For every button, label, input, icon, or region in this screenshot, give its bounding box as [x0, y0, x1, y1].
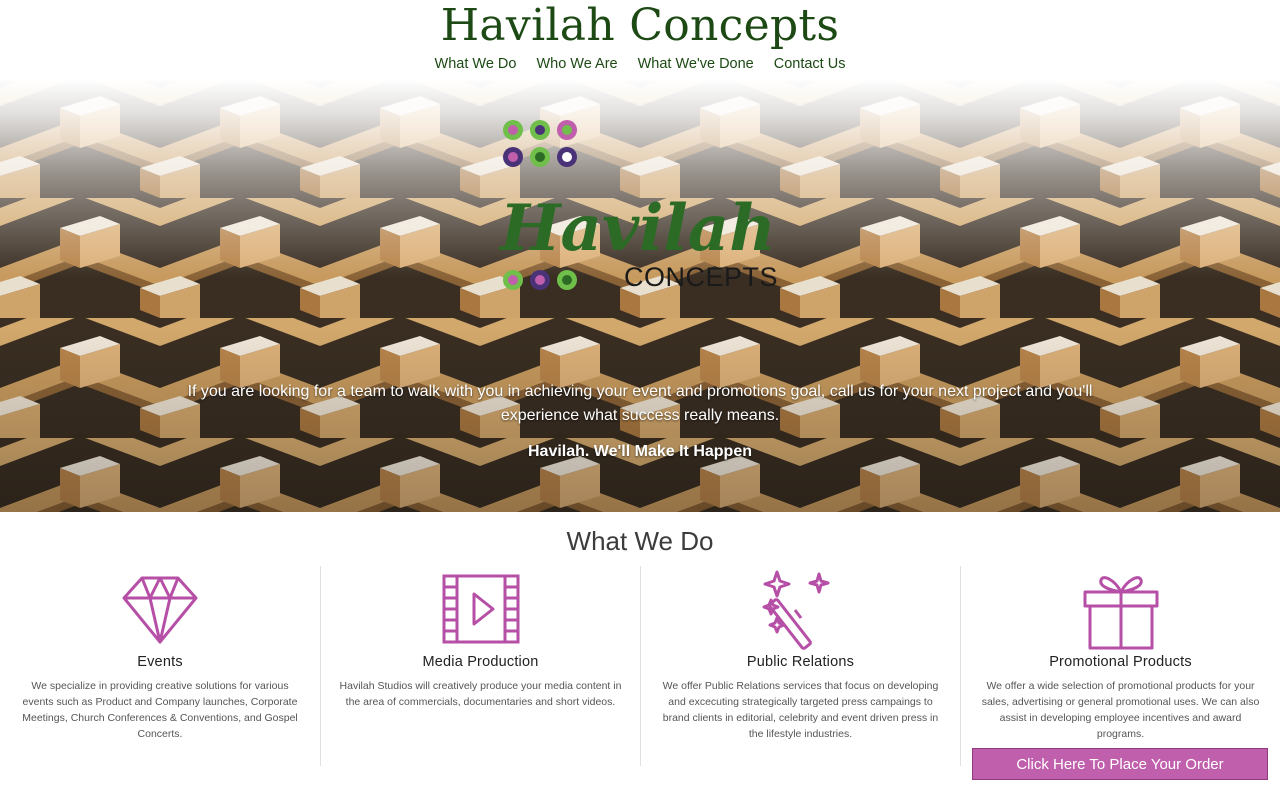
service-title: Media Production — [422, 654, 539, 670]
nav-what-we-do[interactable]: What We Do — [435, 56, 517, 72]
service-description: We offer Public Relations services that … — [662, 680, 939, 740]
hero-tagline: Havilah. We'll Make It Happen — [527, 443, 752, 460]
service-title: Promotional Products — [1049, 654, 1192, 670]
magic-wand-icon — [762, 570, 829, 650]
service-public-relations: Public Relations We offer Public Relatio… — [640, 566, 960, 766]
service-promotional-products: Promotional Products We offer a wide sel… — [960, 566, 1280, 766]
section-title-what-we-do: What We Do — [566, 526, 714, 556]
havilah-logo[interactable]: Havilah CONCEPTS — [498, 118, 788, 298]
logo-dot-grid-bottom — [503, 270, 577, 290]
service-description: Havilah Studios will creatively produce … — [339, 680, 622, 708]
hero-description: If you are looking for a team to walk wi… — [187, 383, 1093, 424]
service-description: We specialize in providing creative solu… — [22, 680, 298, 740]
service-media-production: Media Production Havilah Studios will cr… — [320, 566, 640, 766]
site-header: Havilah Concepts What We Do Who We Are W… — [0, 0, 1280, 80]
logo-concepts-text: CONCEPTS — [624, 262, 778, 292]
video-film-icon — [442, 574, 519, 644]
site-title[interactable]: Havilah Concepts — [0, 0, 1280, 51]
services-row: Events We specialize in providing creati… — [0, 566, 1280, 766]
service-events: Events We specialize in providing creati… — [0, 566, 320, 766]
diamond-icon — [122, 576, 198, 644]
hero-banner: Havilah CONCEPTS If you are looking for … — [0, 78, 1280, 512]
nav-what-weve-done[interactable]: What We've Done — [638, 56, 754, 72]
nav-contact-us[interactable]: Contact Us — [774, 56, 846, 72]
gift-icon — [1083, 576, 1158, 650]
nav-who-we-are[interactable]: Who We Are — [536, 56, 617, 72]
main-nav: What We Do Who We Are What We've Done Co… — [0, 56, 1280, 72]
service-title: Public Relations — [746, 654, 855, 670]
service-description: We offer a wide selection of promotional… — [981, 680, 1260, 740]
place-order-button[interactable]: Click Here To Place Your Order — [972, 748, 1268, 780]
service-title: Events — [137, 654, 183, 670]
logo-dot-grid-top — [503, 120, 577, 167]
logo-script-text: Havilah — [498, 191, 776, 266]
